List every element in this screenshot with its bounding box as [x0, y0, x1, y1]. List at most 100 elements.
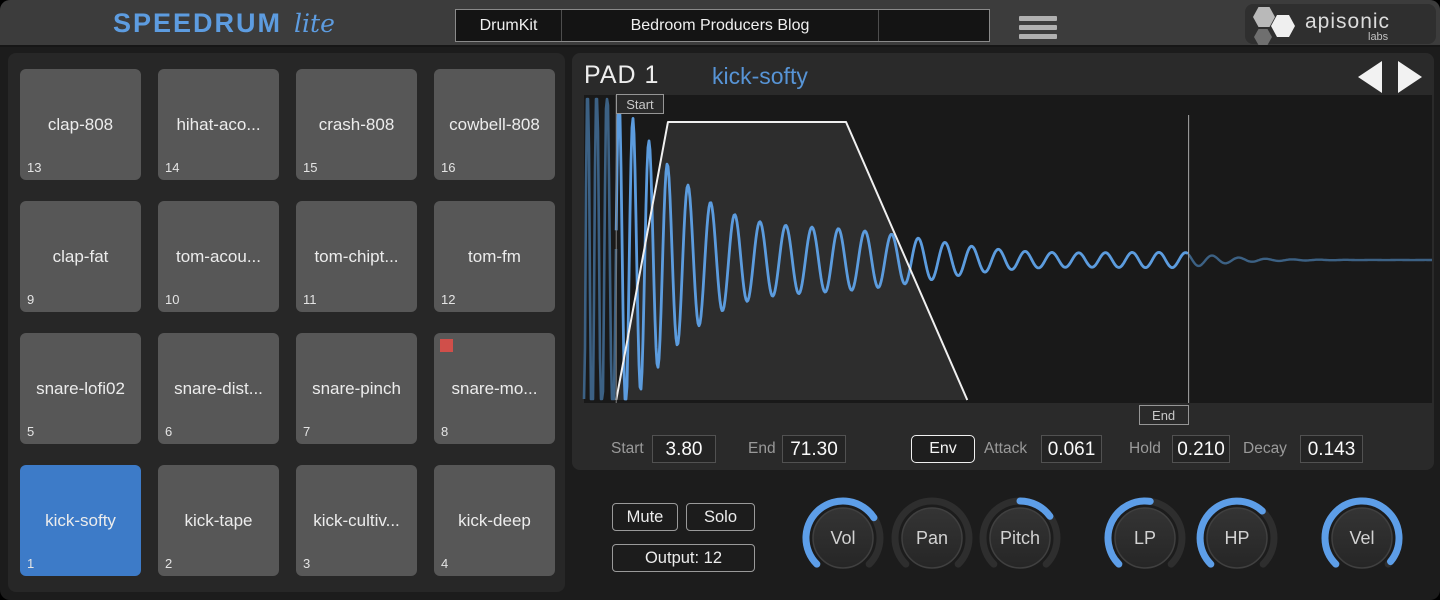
waveform-display: Start End — [584, 95, 1432, 403]
hold-param-value[interactable]: 0.210 — [1172, 435, 1230, 463]
pad-number: 8 — [441, 424, 448, 439]
vel-knob[interactable]: Vel — [1320, 496, 1404, 580]
waveform-post-end — [1189, 254, 1432, 266]
pad-kick-softy[interactable]: kick-softy 1 — [20, 465, 141, 576]
pad-name: tom-chipt... — [314, 247, 398, 267]
hexagon-icon — [1271, 15, 1295, 37]
pads-grid: clap-80813hihat-aco...14crash-80815cowbe… — [20, 69, 555, 576]
pad-name: clap-fat — [53, 247, 109, 267]
pad-number: 13 — [27, 160, 41, 175]
solo-button[interactable]: Solo — [686, 503, 755, 531]
pad-number: 12 — [441, 292, 455, 307]
pad-kick-tape[interactable]: kick-tape 2 — [158, 465, 279, 576]
drumkit-label[interactable]: DrumKit — [456, 10, 562, 41]
pad-tom-chipt...[interactable]: tom-chipt... 11 — [296, 201, 417, 312]
pad-number: 3 — [303, 556, 310, 571]
pad-number: 16 — [441, 160, 455, 175]
pad-tom-fm[interactable]: tom-fm 12 — [434, 201, 555, 312]
mute-button[interactable]: Mute — [612, 503, 678, 531]
pad-number: 1 — [27, 556, 34, 571]
pad-crash-808[interactable]: crash-808 15 — [296, 69, 417, 180]
pad-number: 9 — [27, 292, 34, 307]
pad-clap-808[interactable]: clap-808 13 — [20, 69, 141, 180]
next-pad-arrow-icon[interactable] — [1398, 61, 1422, 93]
hexagon-icon — [1254, 29, 1272, 45]
pad-editor-card: PAD 1 kick-softy Start End Start 3.80 En… — [572, 53, 1434, 470]
pad-name: snare-lofi02 — [36, 379, 125, 399]
pad-number: 4 — [441, 556, 448, 571]
pitch-knob[interactable]: Pitch — [978, 496, 1062, 580]
pad-snare-dist...[interactable]: snare-dist... 6 — [158, 333, 279, 444]
pad-number: 2 — [165, 556, 172, 571]
pad-number: 6 — [165, 424, 172, 439]
prev-pad-arrow-icon[interactable] — [1358, 61, 1382, 93]
waveform-pre-start — [584, 99, 616, 399]
pad-name: kick-cultiv... — [313, 511, 400, 531]
pan-knob[interactable]: Pan — [890, 496, 974, 580]
pad-snare-pinch[interactable]: snare-pinch 7 — [296, 333, 417, 444]
pad-name: crash-808 — [319, 115, 395, 135]
drumkit-selector[interactable]: DrumKit Bedroom Producers Blog — [455, 9, 990, 42]
svg-text:Pan: Pan — [916, 528, 948, 548]
pad-snare-lofi02[interactable]: snare-lofi02 5 — [20, 333, 141, 444]
pad-name: kick-tape — [184, 511, 252, 531]
svg-text:Pitch: Pitch — [1000, 528, 1040, 548]
end-param-label: End — [748, 435, 776, 463]
speedrum-logo: SPEEDRUM lite — [113, 8, 335, 39]
drumkit-name[interactable]: Bedroom Producers Blog — [562, 10, 879, 41]
vol-knob[interactable]: Vol — [801, 496, 885, 580]
hold-param-label: Hold — [1129, 435, 1161, 463]
pad-name: kick-softy — [45, 511, 116, 531]
pad-kick-deep[interactable]: kick-deep 4 — [434, 465, 555, 576]
menu-icon[interactable] — [1019, 16, 1057, 39]
pad-number: 11 — [303, 292, 317, 307]
hp-knob[interactable]: HP — [1195, 496, 1279, 580]
pad-title: PAD 1 — [584, 61, 659, 90]
pad-number: 10 — [165, 292, 179, 307]
pad-clap-fat[interactable]: clap-fat 9 — [20, 201, 141, 312]
start-param-value[interactable]: 3.80 — [652, 435, 716, 463]
svg-text:HP: HP — [1224, 528, 1249, 548]
output-button[interactable]: Output: 12 — [612, 544, 755, 572]
end-marker-handle[interactable]: End — [1139, 405, 1189, 425]
pad-number: 15 — [303, 160, 317, 175]
pad-number: 5 — [27, 424, 34, 439]
hexagon-icon — [1253, 7, 1275, 27]
pad-name: hihat-aco... — [176, 115, 260, 135]
pad-name: kick-deep — [458, 511, 531, 531]
svg-text:LP: LP — [1134, 528, 1156, 548]
pads-panel: clap-80813hihat-aco...14crash-80815cowbe… — [8, 53, 565, 592]
attack-param-value[interactable]: 0.061 — [1041, 435, 1102, 463]
waveform-svg — [584, 95, 1432, 403]
svg-text:Vel: Vel — [1349, 528, 1374, 548]
env-toggle-button[interactable]: Env — [911, 435, 975, 463]
top-bar: SPEEDRUM lite DrumKit Bedroom Producers … — [0, 0, 1440, 47]
pad-kick-cultiv...[interactable]: kick-cultiv... 3 — [296, 465, 417, 576]
brand-sub: labs — [1368, 31, 1388, 43]
start-param-label: Start — [611, 435, 644, 463]
speedrum-window: SPEEDRUM lite DrumKit Bedroom Producers … — [0, 0, 1440, 600]
decay-param-label: Decay — [1243, 435, 1287, 463]
pad-tom-acou...[interactable]: tom-acou... 10 — [158, 201, 279, 312]
attack-param-label: Attack — [984, 435, 1027, 463]
pad-name: tom-acou... — [176, 247, 261, 267]
pad-name: clap-808 — [48, 115, 113, 135]
drumkit-spare-cell — [879, 10, 989, 41]
pad-name: cowbell-808 — [449, 115, 540, 135]
pad-cowbell-808[interactable]: cowbell-808 16 — [434, 69, 555, 180]
logo-text: SPEEDRUM — [113, 8, 282, 39]
pad-number: 14 — [165, 160, 179, 175]
sample-name: kick-softy — [712, 63, 808, 90]
start-marker-handle[interactable]: Start — [616, 94, 663, 114]
pad-name: snare-mo... — [452, 379, 538, 399]
lp-knob[interactable]: LP — [1103, 496, 1187, 580]
pad-name: snare-dist... — [174, 379, 263, 399]
decay-param-value[interactable]: 0.143 — [1300, 435, 1363, 463]
pad-active-indicator — [440, 339, 453, 352]
pad-name: tom-fm — [468, 247, 521, 267]
pad-number: 7 — [303, 424, 310, 439]
end-param-value[interactable]: 71.30 — [782, 435, 846, 463]
pad-hihat-aco...[interactable]: hihat-aco... 14 — [158, 69, 279, 180]
pad-name: snare-pinch — [312, 379, 401, 399]
pad-snare-mo...[interactable]: snare-mo... 8 — [434, 333, 555, 444]
